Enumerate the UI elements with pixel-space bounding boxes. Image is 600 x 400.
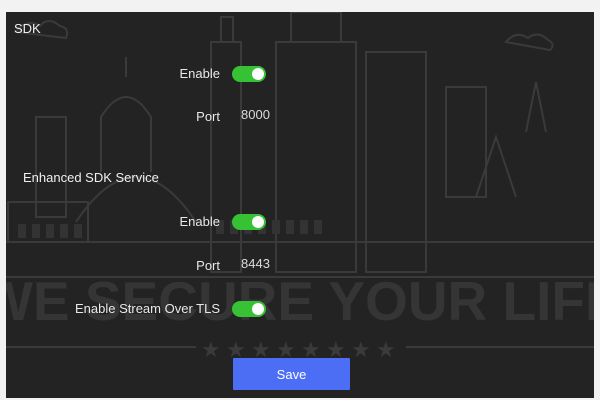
sdk-port-label: Port — [196, 109, 220, 124]
svg-text:★: ★ — [351, 338, 371, 363]
tls-enable-toggle[interactable] — [232, 301, 266, 317]
toggle-knob — [252, 68, 264, 80]
svg-text:★: ★ — [376, 338, 396, 363]
tls-enable-label: Enable Stream Over TLS — [75, 301, 220, 316]
sdk-enable-toggle[interactable] — [232, 66, 266, 82]
save-button[interactable]: Save — [233, 358, 350, 390]
sdk-section-title: SDK — [14, 21, 41, 36]
sdk-settings-panel: WE SECURE YOUR LIFE ★ ★ ★ ★ ★ ★ ★ ★ SDK … — [6, 12, 594, 398]
sdk-enable-label: Enable — [179, 66, 220, 81]
svg-text:★: ★ — [201, 338, 221, 363]
enhanced-sdk-section-title: Enhanced SDK Service — [23, 170, 159, 185]
toggle-knob — [252, 216, 264, 228]
enhanced-enable-toggle[interactable] — [232, 214, 266, 230]
enhanced-port-field[interactable]: 8443 — [241, 256, 270, 271]
toggle-knob — [252, 303, 264, 315]
city-skyline-watermark: WE SECURE YOUR LIFE ★ ★ ★ ★ ★ ★ ★ ★ — [6, 12, 594, 363]
enhanced-port-label: Port — [196, 258, 220, 273]
enhanced-enable-label: Enable — [179, 214, 220, 229]
sdk-port-field[interactable]: 8000 — [241, 107, 270, 122]
